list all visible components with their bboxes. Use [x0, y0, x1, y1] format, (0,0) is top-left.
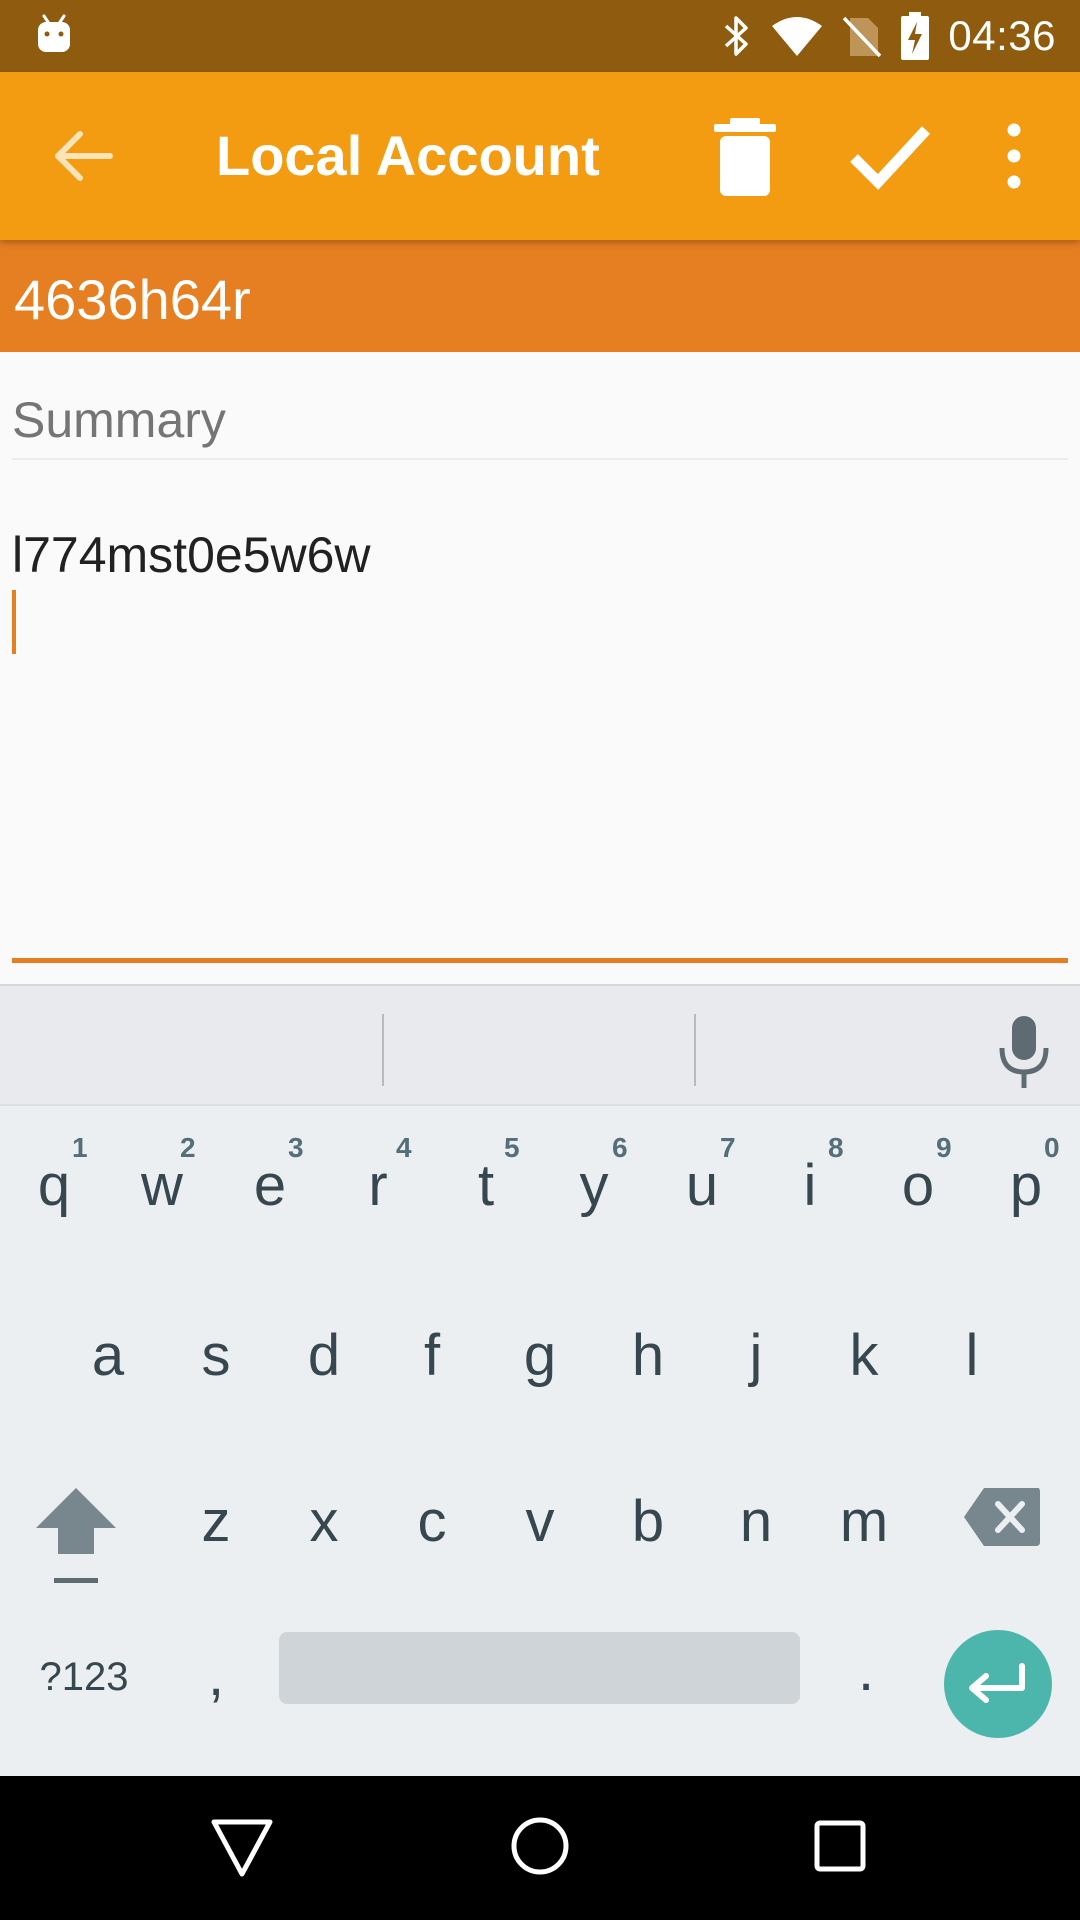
key-x[interactable]: x: [270, 1442, 378, 1602]
summary-text[interactable]: l774mst0e5w6w: [12, 520, 1068, 590]
battery-charging-icon: [901, 12, 930, 60]
key-t[interactable]: 5t: [432, 1106, 540, 1266]
app-toolbar: Local Account: [0, 72, 1080, 240]
symbols-key[interactable]: ?123: [24, 1642, 144, 1712]
microphone-icon[interactable]: [996, 1016, 1052, 1092]
key-i[interactable]: 8i: [756, 1106, 864, 1266]
period-key[interactable]: .: [826, 1626, 906, 1716]
back-arrow-icon[interactable]: [48, 122, 120, 190]
wifi-icon: [772, 17, 823, 56]
key-f[interactable]: f: [378, 1276, 486, 1436]
bluetooth-icon: [725, 16, 749, 56]
key-c[interactable]: c: [378, 1442, 486, 1602]
account-name: 4636h64r: [14, 268, 251, 331]
key-y[interactable]: 6y: [540, 1106, 648, 1266]
status-time: 04:36: [948, 12, 1056, 59]
android-icon: [38, 14, 70, 52]
key-a[interactable]: a: [54, 1276, 162, 1436]
key-g[interactable]: g: [486, 1276, 594, 1436]
status-bar: 04:36: [0, 0, 1080, 72]
comma-key[interactable]: ,: [176, 1636, 256, 1726]
key-b[interactable]: b: [594, 1442, 702, 1602]
key-q[interactable]: 1q: [0, 1106, 108, 1266]
key-z[interactable]: z: [162, 1442, 270, 1602]
backspace-icon[interactable]: [962, 1486, 1042, 1548]
key-e[interactable]: 3e: [216, 1106, 324, 1266]
text-cursor: [12, 590, 16, 654]
key-w[interactable]: 2w: [108, 1106, 216, 1266]
shift-icon[interactable]: [28, 1484, 124, 1594]
soft-keyboard: 1q 2w 3e 4r 5t 6y 7u 8i 9o 0p a s d f g …: [0, 984, 1080, 1776]
nav-recents-icon[interactable]: [814, 1820, 866, 1872]
page-title: Local Account: [216, 124, 600, 187]
key-p[interactable]: 0p: [972, 1106, 1080, 1266]
divider: [12, 458, 1068, 460]
key-h[interactable]: h: [594, 1276, 702, 1436]
key-j[interactable]: j: [702, 1276, 810, 1436]
key-o[interactable]: 9o: [864, 1106, 972, 1266]
key-d[interactable]: d: [270, 1276, 378, 1436]
enter-icon: [969, 1663, 1025, 1703]
delete-icon[interactable]: [710, 118, 780, 198]
key-m[interactable]: m: [810, 1442, 918, 1602]
key-n[interactable]: n: [702, 1442, 810, 1602]
more-vert-icon[interactable]: [994, 120, 1034, 192]
space-key[interactable]: [279, 1632, 800, 1704]
enter-key[interactable]: [944, 1630, 1052, 1738]
key-r[interactable]: 4r: [324, 1106, 432, 1266]
key-k[interactable]: k: [810, 1276, 918, 1436]
key-u[interactable]: 7u: [648, 1106, 756, 1266]
navigation-bar: [0, 1776, 1080, 1920]
nav-back-icon[interactable]: [210, 1816, 274, 1880]
key-l[interactable]: l: [918, 1276, 1026, 1436]
summary-label: Summary: [12, 392, 226, 448]
account-header: 4636h64r: [0, 240, 1080, 352]
field-underline: [12, 958, 1068, 963]
no-sim-icon: [843, 16, 882, 58]
suggestion-divider: [694, 1014, 696, 1086]
suggestion-divider: [382, 1014, 384, 1086]
key-v[interactable]: v: [486, 1442, 594, 1602]
suggestion-strip: [0, 986, 1080, 1106]
key-s[interactable]: s: [162, 1276, 270, 1436]
nav-home-icon[interactable]: [510, 1816, 570, 1876]
check-icon[interactable]: [848, 120, 932, 192]
summary-input[interactable]: l774mst0e5w6w: [12, 520, 1068, 960]
